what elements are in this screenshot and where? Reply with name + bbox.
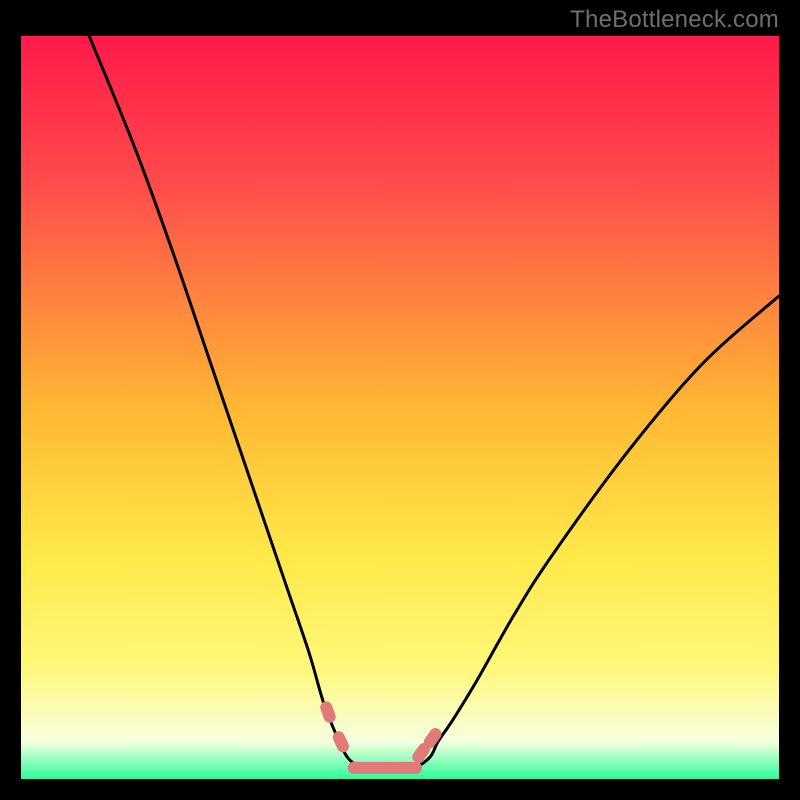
marker-point — [331, 729, 351, 754]
curve-svg — [21, 36, 779, 779]
curve-left-curve — [89, 36, 371, 770]
curve-right-curve — [371, 296, 779, 770]
marker-point — [319, 700, 338, 725]
plot-area — [21, 36, 779, 779]
watermark-text: TheBottleneck.com — [570, 6, 779, 34]
chart-frame: TheBottleneck.com — [0, 0, 800, 800]
marker-point — [378, 762, 422, 774]
